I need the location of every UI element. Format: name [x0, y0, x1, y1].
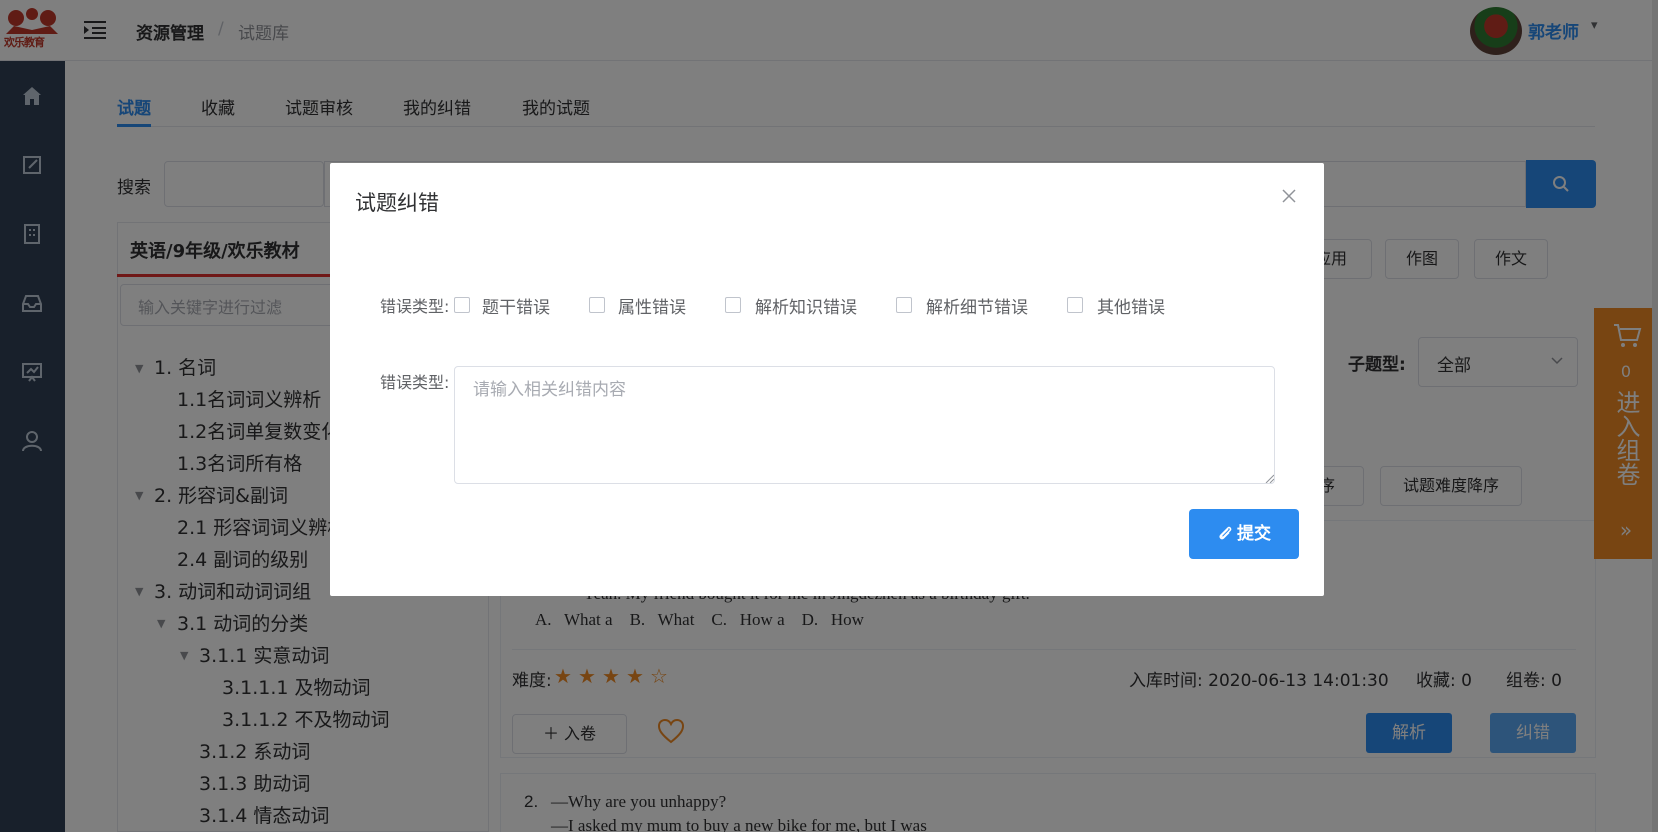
checkbox-label[interactable]: 解析细节错误 [926, 293, 1028, 318]
resize-handle-icon[interactable] [1264, 473, 1274, 483]
correction-dialog: 试题纠错 错误类型: 题干错误 属性错误 解析知识错误 解析细节错误 其他错误 … [330, 163, 1324, 596]
checkbox-label[interactable]: 其他错误 [1097, 293, 1165, 318]
paperclip-icon [1219, 526, 1232, 540]
checkbox-label[interactable]: 题干错误 [482, 293, 550, 318]
content-label: 错误类型: [380, 373, 450, 392]
checkbox-attribute-error[interactable] [589, 297, 605, 313]
error-type-label: 错误类型: [380, 297, 450, 316]
checkbox-label[interactable]: 属性错误 [618, 293, 686, 318]
checkbox-analysis-detail-error[interactable] [896, 297, 912, 313]
checkbox-other-error[interactable] [1067, 297, 1083, 313]
close-icon[interactable] [1280, 187, 1298, 205]
checkbox-analysis-knowledge-error[interactable] [725, 297, 741, 313]
correction-textarea[interactable]: 请输入相关纠错内容 [454, 366, 1275, 484]
checkbox-stem-error[interactable] [454, 297, 470, 313]
dialog-title: 试题纠错 [355, 191, 439, 215]
submit-label: 提交 [1237, 524, 1271, 544]
submit-button[interactable]: 提交 [1189, 509, 1299, 559]
checkbox-label[interactable]: 解析知识错误 [755, 293, 857, 318]
